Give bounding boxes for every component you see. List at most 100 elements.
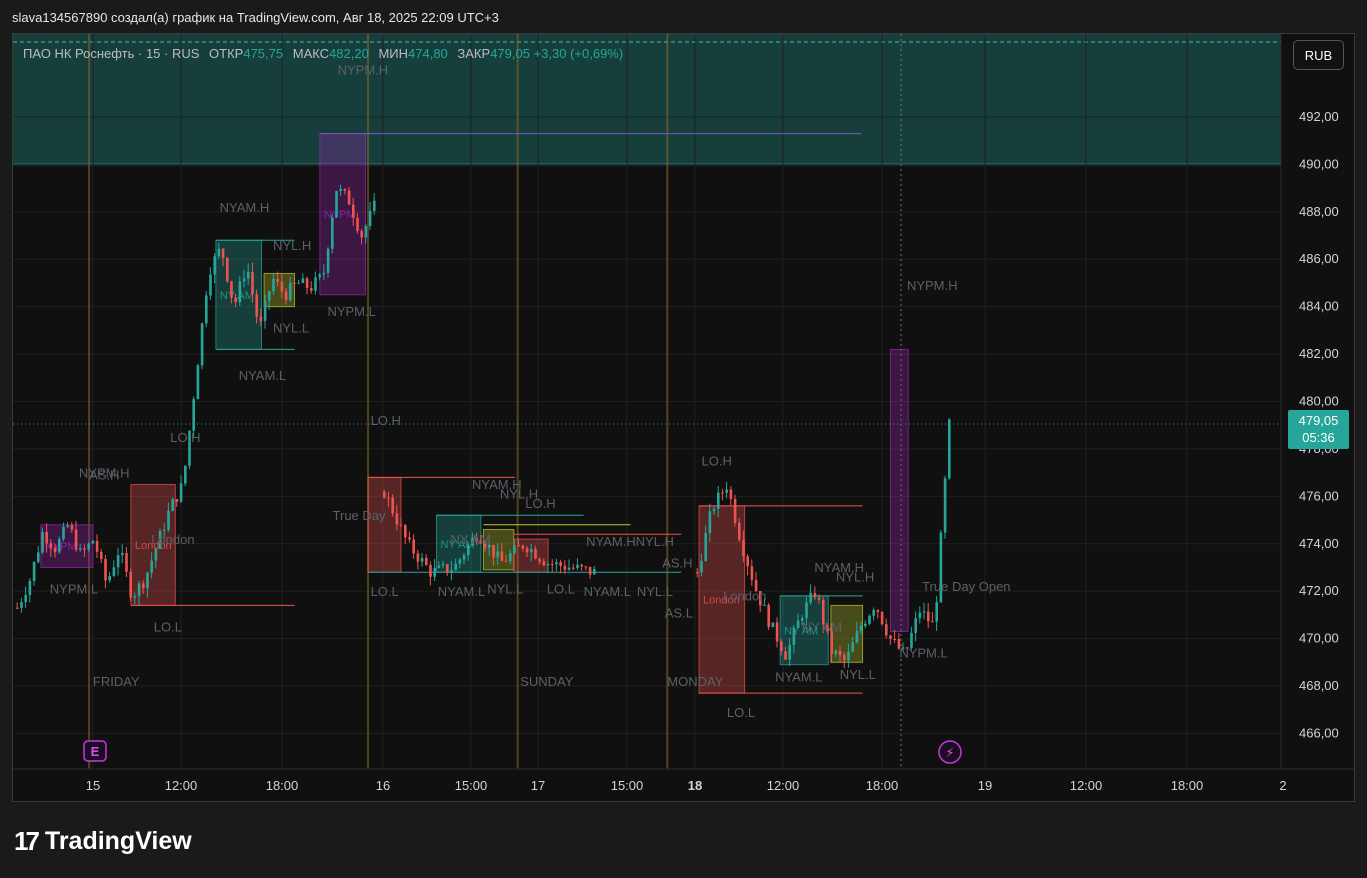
candle-body[interactable] <box>725 489 728 493</box>
candle-body[interactable] <box>742 539 745 557</box>
candle-body[interactable] <box>41 532 44 553</box>
candle-body[interactable] <box>922 611 926 613</box>
candle-body[interactable] <box>87 543 90 550</box>
candle-body[interactable] <box>383 491 386 498</box>
candle-body[interactable] <box>721 492 724 494</box>
candle-body[interactable] <box>310 287 313 291</box>
candle-body[interactable] <box>838 650 842 656</box>
candle-body[interactable] <box>420 557 424 562</box>
candle-body[interactable] <box>943 478 947 533</box>
candle-body[interactable] <box>817 597 821 600</box>
candle-body[interactable] <box>855 630 859 643</box>
candle-body[interactable] <box>137 583 141 597</box>
candle-body[interactable] <box>563 565 567 570</box>
candle-body[interactable] <box>91 540 95 544</box>
candle-body[interactable] <box>708 511 712 534</box>
candle-body[interactable] <box>196 365 200 400</box>
candle-body[interactable] <box>121 552 124 556</box>
candle-body[interactable] <box>450 570 453 573</box>
candle-body[interactable] <box>150 560 153 573</box>
candle-body[interactable] <box>28 580 32 596</box>
candle-body[interactable] <box>213 256 216 275</box>
candle-body[interactable] <box>885 624 888 636</box>
candle-body[interactable] <box>521 545 525 549</box>
candle-body[interactable] <box>513 545 516 554</box>
candle-body[interactable] <box>927 611 930 622</box>
candle-body[interactable] <box>360 230 363 238</box>
candle-body[interactable] <box>251 271 254 295</box>
candle-body[interactable] <box>171 499 174 511</box>
candle-body[interactable] <box>284 291 288 301</box>
candle-body[interactable] <box>404 525 407 538</box>
candle-body[interactable] <box>738 522 741 540</box>
candle-body[interactable] <box>175 499 179 502</box>
candle-body[interactable] <box>209 274 212 296</box>
candle-body[interactable] <box>399 524 403 526</box>
candle-body[interactable] <box>433 567 436 577</box>
candle-body[interactable] <box>53 547 57 553</box>
candle-body[interactable] <box>79 548 82 550</box>
candle-body[interactable] <box>263 300 267 321</box>
candle-body[interactable] <box>588 566 592 575</box>
candle-body[interactable] <box>133 596 137 598</box>
candle-body[interactable] <box>20 602 23 608</box>
candle-body[interactable] <box>268 291 271 301</box>
candle-body[interactable] <box>425 557 428 565</box>
candle-body[interactable] <box>100 551 103 560</box>
candle-body[interactable] <box>66 525 69 527</box>
candle-body[interactable] <box>517 545 520 547</box>
currency-button[interactable]: RUB <box>1293 40 1344 70</box>
candle-body[interactable] <box>530 548 533 553</box>
candle-body[interactable] <box>893 639 896 641</box>
candle-body[interactable] <box>276 278 279 282</box>
candle-body[interactable] <box>834 650 838 654</box>
candle-body[interactable] <box>387 497 390 499</box>
candle-body[interactable] <box>347 190 351 205</box>
candle-body[interactable] <box>580 564 583 567</box>
candle-body[interactable] <box>767 604 770 628</box>
candle-body[interactable] <box>712 508 716 512</box>
candle-body[interactable] <box>576 564 579 568</box>
candle-body[interactable] <box>416 553 420 562</box>
candle-body[interactable] <box>368 210 372 226</box>
candle-body[interactable] <box>780 641 783 652</box>
candle-body[interactable] <box>255 294 258 317</box>
candle-body[interactable] <box>391 497 394 514</box>
candle-body[interactable] <box>234 297 237 302</box>
candle-body[interactable] <box>788 644 791 660</box>
candle-body[interactable] <box>843 655 846 661</box>
candle-body[interactable] <box>889 635 892 640</box>
candle-body[interactable] <box>146 572 149 589</box>
candle-body[interactable] <box>446 564 449 573</box>
candle-body[interactable] <box>272 278 275 292</box>
candle-body[interactable] <box>226 257 229 282</box>
candle-body[interactable] <box>864 623 867 626</box>
candle-body[interactable] <box>546 564 550 566</box>
candle-body[interactable] <box>58 539 61 553</box>
candle-body[interactable] <box>326 248 330 273</box>
candle-body[interactable] <box>567 567 571 570</box>
candle-body[interactable] <box>343 189 347 191</box>
candle-body[interactable] <box>104 559 107 581</box>
candle-body[interactable] <box>830 631 833 654</box>
candle-body[interactable] <box>729 489 733 500</box>
candle-body[interactable] <box>116 555 120 568</box>
candle-body[interactable] <box>247 271 250 279</box>
candle-body[interactable] <box>763 604 766 606</box>
candle-body[interactable] <box>918 612 922 619</box>
candle-body[interactable] <box>851 642 854 652</box>
candle-body[interactable] <box>868 615 871 624</box>
candle-body[interactable] <box>335 190 338 218</box>
candle-body[interactable] <box>805 602 808 619</box>
candle-body[interactable] <box>437 565 441 568</box>
candle-body[interactable] <box>184 465 187 484</box>
candle-body[interactable] <box>538 558 541 562</box>
candle-body[interactable] <box>704 533 707 561</box>
candle-body[interactable] <box>462 555 466 560</box>
candle-body[interactable] <box>373 200 376 211</box>
candle-body[interactable] <box>412 539 415 554</box>
symbol-name[interactable]: ПАО НК Роснефть · 15 · RUS <box>23 46 199 61</box>
candle-body[interactable] <box>931 621 934 623</box>
candle-body[interactable] <box>62 526 65 540</box>
candle-body[interactable] <box>179 483 183 502</box>
